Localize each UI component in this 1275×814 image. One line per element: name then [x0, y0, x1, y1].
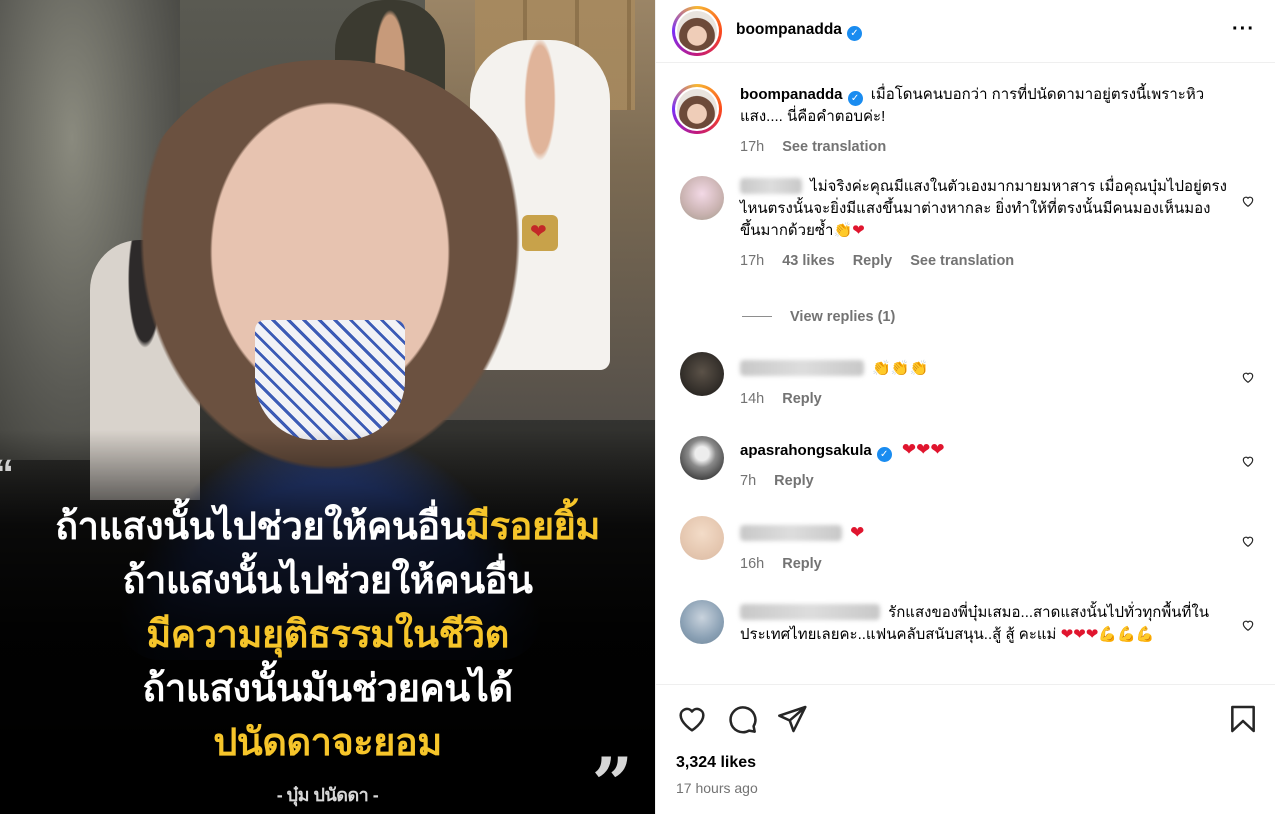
author-avatar[interactable] [672, 6, 722, 56]
post-side-panel: boompanadda ✓ ··· boompanadda ✓ เมื่อโดนคน… [655, 0, 1275, 814]
more-horizontal-icon[interactable]: ··· [1232, 18, 1255, 41]
comments-list: boompanadda ✓ เมื่อโดนคนบอกว่า การที่ปนัด… [656, 64, 1275, 684]
caption-time: 17h [740, 139, 765, 155]
comment-emoji: 👏👏👏 [872, 360, 929, 377]
blurred-username [740, 178, 802, 194]
like-comment-heart-icon[interactable] [1241, 618, 1255, 632]
blue-white-collar [255, 320, 405, 440]
image-caption: ถ้าแสงนั้นไปช่วยให้คนอื่นมีรอยยิ้ม ถ้าแส… [0, 500, 655, 809]
view-replies-link[interactable]: View replies (1) [742, 309, 895, 325]
post-header: boompanadda ✓ ··· [656, 0, 1275, 63]
post-timestamp[interactable]: 17 hours ago [676, 780, 758, 796]
comment-meta: 14h Reply [740, 388, 1227, 410]
comment-icon[interactable] [726, 703, 758, 735]
reply-button[interactable]: Reply [774, 473, 814, 489]
caption-avatar[interactable] [672, 84, 722, 134]
blurred-username [740, 525, 842, 541]
author-username[interactable]: boompanadda ✓ [736, 21, 862, 41]
caption-line-5: ปนัดดาจะยอม [213, 722, 442, 764]
comment-meta: 7h Reply [740, 470, 1227, 492]
commenter-avatar[interactable] [680, 176, 724, 220]
caption-signature: - บุ๋ม ปนัดดา - [276, 785, 379, 805]
blurred-username [740, 604, 880, 620]
comment-emoji: ❤❤❤💪💪💪 [1060, 626, 1155, 643]
commenter-avatar[interactable] [680, 436, 724, 480]
post-image[interactable]: “ ถ้าแสงนั้นไปช่วยให้คนอื่นมีรอยยิ้ม ถ้า… [0, 0, 655, 814]
caption-username[interactable]: boompanadda [740, 86, 843, 103]
comment-time: 7h [740, 473, 757, 489]
like-comment-heart-icon[interactable] [1241, 194, 1255, 208]
see-translation-link[interactable]: See translation [782, 139, 886, 155]
blurred-username [740, 360, 864, 376]
reply-button[interactable]: Reply [853, 253, 893, 269]
reply-button[interactable]: Reply [782, 391, 822, 407]
comment-meta: 16h Reply [740, 553, 1227, 575]
comment-likes[interactable]: 43 likes [782, 253, 834, 269]
comment-time: 16h [740, 556, 765, 572]
caption-line-4: ถ้าแสงนั้นมันช่วยคนได้ [142, 668, 513, 710]
see-translation-link[interactable]: See translation [910, 253, 1014, 269]
caption-line-2: ถ้าแสงนั้นไปช่วยให้คนอื่น [122, 560, 533, 602]
reply-button[interactable]: Reply [782, 556, 822, 572]
like-comment-heart-icon[interactable] [1241, 454, 1255, 468]
quote-mark-left: “ [0, 452, 14, 497]
comment-emoji: 👏❤ [833, 222, 865, 239]
comment-meta: 17h 43 likes Reply See translation [740, 250, 1227, 272]
commenter-avatar[interactable] [680, 600, 724, 644]
save-bookmark-icon[interactable] [1227, 703, 1259, 735]
comment-username[interactable]: apasrahongsakula [740, 442, 872, 459]
verified-badge-icon: ✓ [846, 26, 862, 41]
commenter-avatar[interactable] [680, 352, 724, 396]
comment-time: 14h [740, 391, 765, 407]
caption-meta: 17h See translation [740, 136, 1227, 158]
quote-mark-right: ” [591, 741, 633, 814]
comment-emoji: ❤❤❤ [901, 440, 945, 459]
likes-count[interactable]: 3,324 likes [676, 754, 756, 772]
like-comment-heart-icon[interactable] [1241, 370, 1255, 384]
comment-emoji: ❤ [850, 523, 865, 542]
verified-badge-icon: ✓ [876, 447, 892, 462]
comment-time: 17h [740, 253, 765, 269]
caption-line-3: มีความยุติธรรมในชีวิต [146, 614, 509, 656]
share-send-icon[interactable] [776, 703, 808, 735]
like-heart-icon[interactable] [676, 703, 708, 735]
commenter-avatar[interactable] [680, 516, 724, 560]
post-actions: 3,324 likes 17 hours ago [656, 684, 1275, 814]
verified-badge-icon: ✓ [847, 91, 863, 106]
caption-line-1: ถ้าแสงนั้นไปช่วยให้คนอื่นมีรอยยิ้ม [55, 506, 600, 548]
like-comment-heart-icon[interactable] [1241, 534, 1255, 548]
comment-text: ไม่จริงค่ะคุณมีแสงในตัวเองมากมายมหาสาร เ… [740, 178, 1227, 239]
